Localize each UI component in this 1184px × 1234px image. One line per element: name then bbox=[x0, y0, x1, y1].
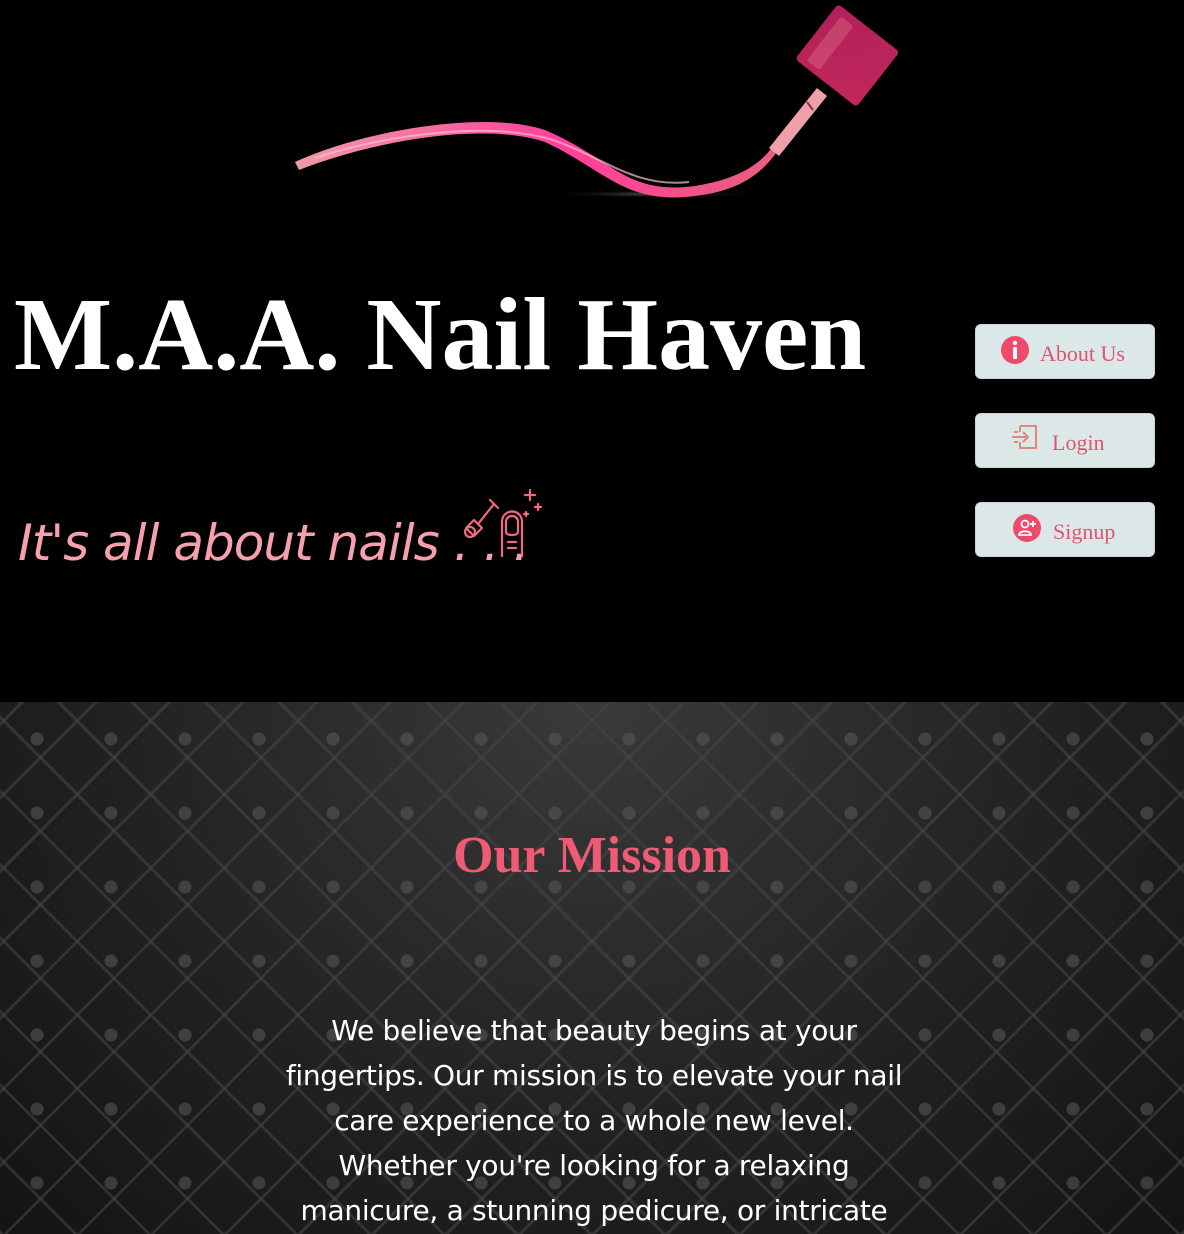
signup-button[interactable]: Signup bbox=[975, 502, 1155, 557]
mission-section: Our Mission We believe that beauty begin… bbox=[0, 702, 1184, 1234]
site-title: M.A.A. Nail Haven bbox=[14, 277, 867, 392]
tagline: It's all about nails . . . bbox=[18, 514, 529, 572]
login-button[interactable]: Login bbox=[975, 413, 1155, 468]
mission-title: Our Mission bbox=[453, 827, 731, 884]
site-header: M.A.A. Nail Haven It's all about nails .… bbox=[0, 0, 1184, 702]
nail-polish-icon bbox=[463, 488, 543, 558]
nail-polish-logo bbox=[295, 5, 898, 198]
add-user-icon bbox=[1013, 514, 1041, 542]
signup-label: Signup bbox=[1053, 519, 1116, 544]
mission-text: We believe that beauty begins at your fi… bbox=[285, 1014, 903, 1227]
login-icon bbox=[1012, 425, 1037, 449]
about-us-label: About Us bbox=[1040, 341, 1125, 366]
about-us-button[interactable]: About Us bbox=[975, 324, 1155, 379]
info-icon bbox=[1001, 336, 1029, 364]
login-label: Login bbox=[1052, 430, 1105, 455]
